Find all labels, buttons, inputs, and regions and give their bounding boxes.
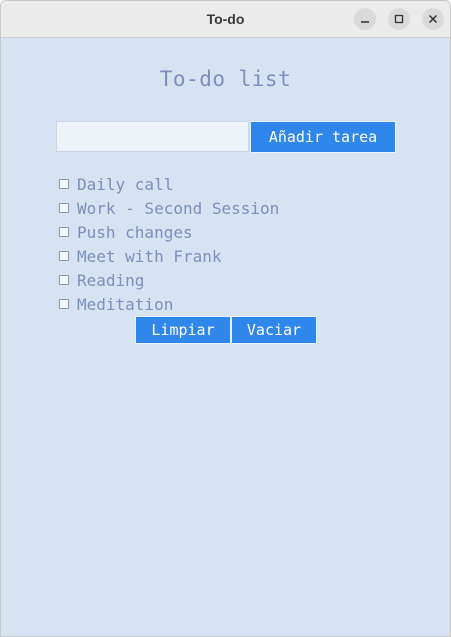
task-checkbox[interactable] <box>59 275 69 285</box>
app-window: To-do To-do list Añadir tarea Daily call… <box>0 0 451 637</box>
list-item: Meet with Frank <box>57 244 279 268</box>
task-label: Work - Second Session <box>77 198 280 218</box>
task-checkbox[interactable] <box>59 227 69 237</box>
task-checkbox[interactable] <box>59 203 69 213</box>
close-icon <box>428 14 438 24</box>
page-title: To-do list <box>159 67 292 91</box>
close-button[interactable] <box>422 8 444 30</box>
title-bar[interactable]: To-do <box>1 1 450 38</box>
task-checkbox[interactable] <box>59 299 69 309</box>
task-label: Push changes <box>77 222 193 242</box>
main-content: To-do list Añadir tarea Daily call Work … <box>1 38 450 636</box>
task-checkbox[interactable] <box>59 179 69 189</box>
list-item: Reading <box>57 268 279 292</box>
clear-button[interactable]: Limpiar <box>135 316 231 344</box>
task-list: Daily call Work - Second Session Push ch… <box>57 172 279 316</box>
window-title: To-do <box>206 11 245 27</box>
list-item: Daily call <box>57 172 279 196</box>
minimize-icon <box>361 21 369 23</box>
task-checkbox[interactable] <box>59 251 69 261</box>
task-label: Meditation <box>77 294 174 314</box>
maximize-button[interactable] <box>388 8 410 30</box>
add-task-button[interactable]: Añadir tarea <box>250 121 396 153</box>
minimize-button[interactable] <box>354 8 376 30</box>
list-item: Meditation <box>57 292 279 316</box>
maximize-icon <box>394 14 404 24</box>
task-label: Meet with Frank <box>77 246 222 266</box>
task-label: Reading <box>77 270 145 290</box>
task-label: Daily call <box>77 174 174 194</box>
list-item: Work - Second Session <box>57 196 279 220</box>
empty-button[interactable]: Vaciar <box>231 316 317 344</box>
list-item: Push changes <box>57 220 279 244</box>
task-input[interactable] <box>56 121 249 152</box>
